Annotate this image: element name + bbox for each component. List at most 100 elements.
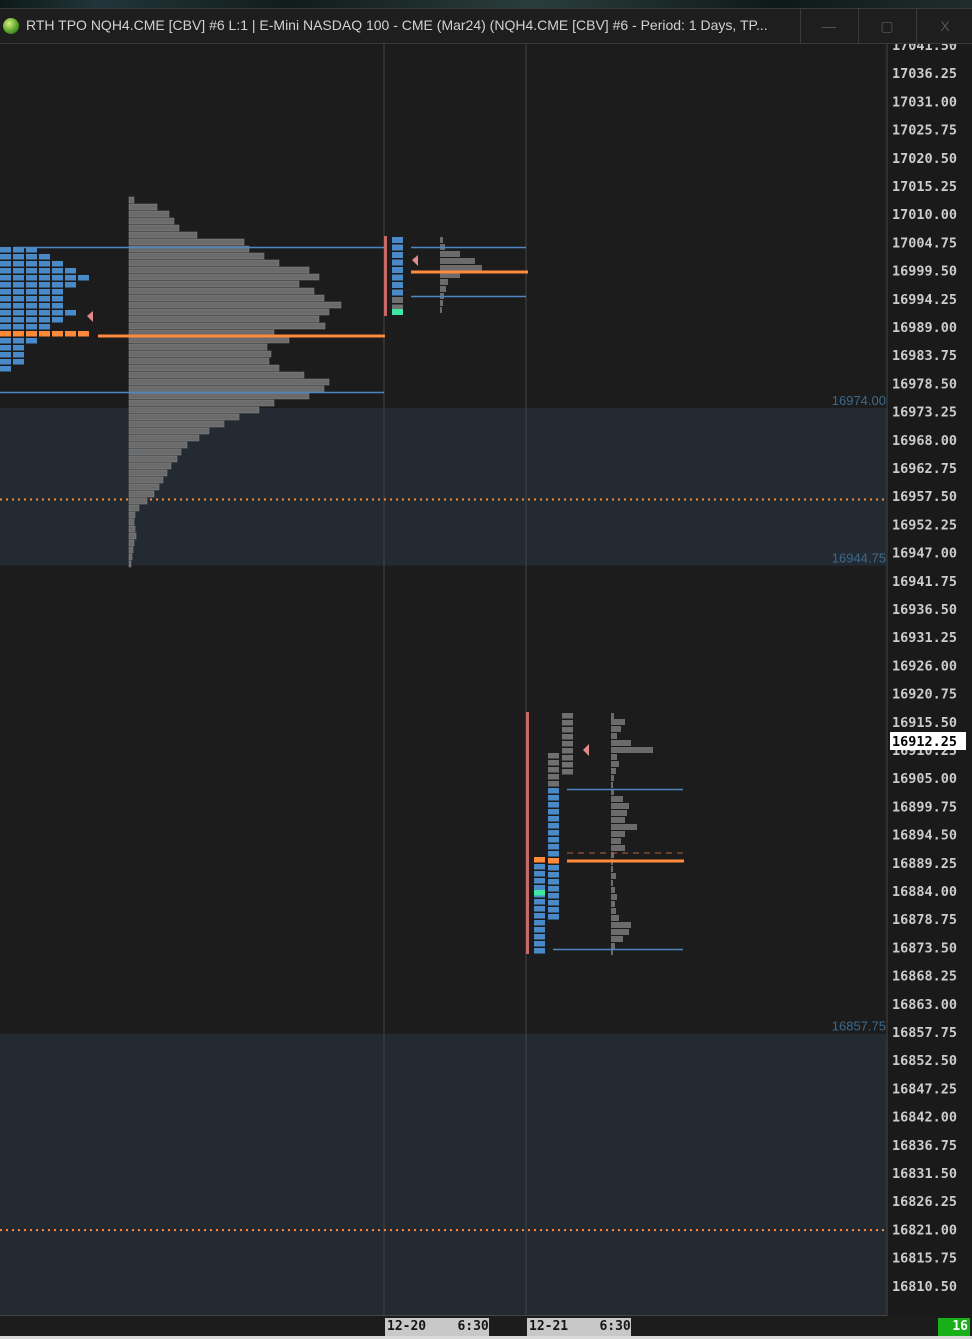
tpo-chart[interactable]: 16974.00 16944.75 16857.75 17041.50 17036.2… (0, 44, 972, 1316)
volume-bar (128, 315, 320, 323)
pointer-icon (583, 744, 589, 756)
tpo-block (52, 303, 63, 309)
tpo-block (0, 352, 11, 358)
close-button[interactable]: X (916, 9, 972, 43)
tpo-block (13, 282, 24, 288)
tpo-block (39, 303, 50, 309)
volume-bar (611, 880, 613, 886)
corner-badge: 16 (938, 1318, 970, 1336)
tpo-block (562, 748, 573, 754)
tpo-profiles (0, 196, 684, 955)
price-label: 16999.50 (892, 264, 957, 280)
volume-bar (611, 810, 627, 816)
volume-bar (128, 224, 180, 232)
price-label: 16815.75 (892, 1251, 957, 1267)
tpo-block (78, 331, 89, 337)
volume-bar (611, 936, 623, 942)
tpo-block (392, 274, 403, 281)
volume-bar (128, 273, 320, 281)
volume-bar (440, 258, 475, 264)
tpo-block (78, 275, 89, 281)
tpo-block (65, 268, 76, 274)
tpo-block (39, 261, 50, 267)
tpo-block (13, 310, 24, 316)
volume-bar (128, 336, 290, 344)
open-marker (534, 890, 545, 896)
volume-bar (128, 210, 170, 218)
tpo-block (562, 769, 573, 775)
tpo-block (52, 317, 63, 323)
price-label: 17031.00 (892, 94, 957, 110)
volume-bar (128, 462, 172, 470)
maximize-button[interactable]: ▢ (858, 9, 915, 43)
price-label: 16989.00 (892, 320, 957, 336)
volume-bar (611, 922, 631, 928)
tpo-block (13, 289, 24, 295)
range-bar (526, 712, 529, 954)
tpo-block (562, 762, 573, 768)
tpo-block (548, 844, 559, 850)
price-label: 16941.75 (892, 574, 957, 590)
tpo-block (65, 310, 76, 316)
price-label: 16968.00 (892, 433, 957, 449)
tpo-block (52, 331, 63, 337)
price-label: 16905.00 (892, 771, 957, 787)
volume-bar (128, 448, 182, 456)
volume-bar (611, 901, 615, 907)
tpo-block (52, 310, 63, 316)
volume-bar (128, 385, 325, 393)
window-titlebar[interactable]: RTH TPO NQH4.CME [CBV] #6 L:1 | E-Mini N… (0, 8, 972, 44)
price-label: 16920.75 (892, 687, 957, 703)
tpo-block (534, 934, 545, 940)
tpo-block (534, 941, 545, 947)
volume-bar (128, 483, 160, 491)
tpo-block (548, 774, 559, 780)
volume-bar (128, 322, 326, 330)
volume-bar (611, 782, 613, 788)
tpo-block (26, 282, 37, 288)
tpo-block (26, 317, 37, 323)
price-label: 17010.00 (892, 207, 957, 223)
volume-bar (611, 873, 616, 879)
tpo-block (0, 303, 11, 309)
volume-bar (611, 866, 613, 872)
volume-bar (611, 733, 617, 739)
price-label: 17020.50 (892, 151, 957, 167)
tpo-block (392, 259, 403, 266)
volume-bar (440, 265, 482, 271)
volume-bar (611, 838, 621, 844)
tpo-block (548, 767, 559, 773)
tpo-block (65, 331, 76, 337)
tpo-block (65, 282, 76, 288)
volume-bar (611, 719, 625, 725)
volume-bar (128, 231, 198, 239)
tpo-block (26, 254, 37, 260)
volume-bar (128, 217, 175, 225)
tpo-block (39, 296, 50, 302)
price-label: 16915.50 (892, 715, 957, 731)
price-label: 16868.25 (892, 969, 957, 985)
volume-bar (128, 560, 132, 568)
tpo-block (26, 303, 37, 309)
window-title: RTH TPO NQH4.CME [CBV] #6 L:1 | E-Mini N… (26, 17, 768, 33)
tpo-block (0, 247, 11, 253)
volume-bar (611, 894, 617, 900)
price-label: 16936.50 (892, 602, 957, 618)
tpo-block (39, 268, 50, 274)
price-label: 16994.25 (892, 292, 957, 308)
price-label: 17004.75 (892, 235, 957, 251)
price-label: 16878.75 (892, 912, 957, 928)
volume-bar (128, 546, 134, 554)
tpo-block (0, 331, 11, 337)
globe-icon (3, 18, 19, 34)
tpo-block (548, 781, 559, 787)
price-label: 17015.25 (892, 179, 957, 195)
price-label: 16842.00 (892, 1110, 957, 1126)
volume-bar (128, 427, 210, 435)
price-label: 16983.75 (892, 348, 957, 364)
tpo-block (548, 760, 559, 766)
tpo-block (0, 366, 11, 372)
minimize-button[interactable]: — (800, 9, 857, 43)
tpo-block (534, 906, 545, 912)
tpo-block (562, 755, 573, 761)
